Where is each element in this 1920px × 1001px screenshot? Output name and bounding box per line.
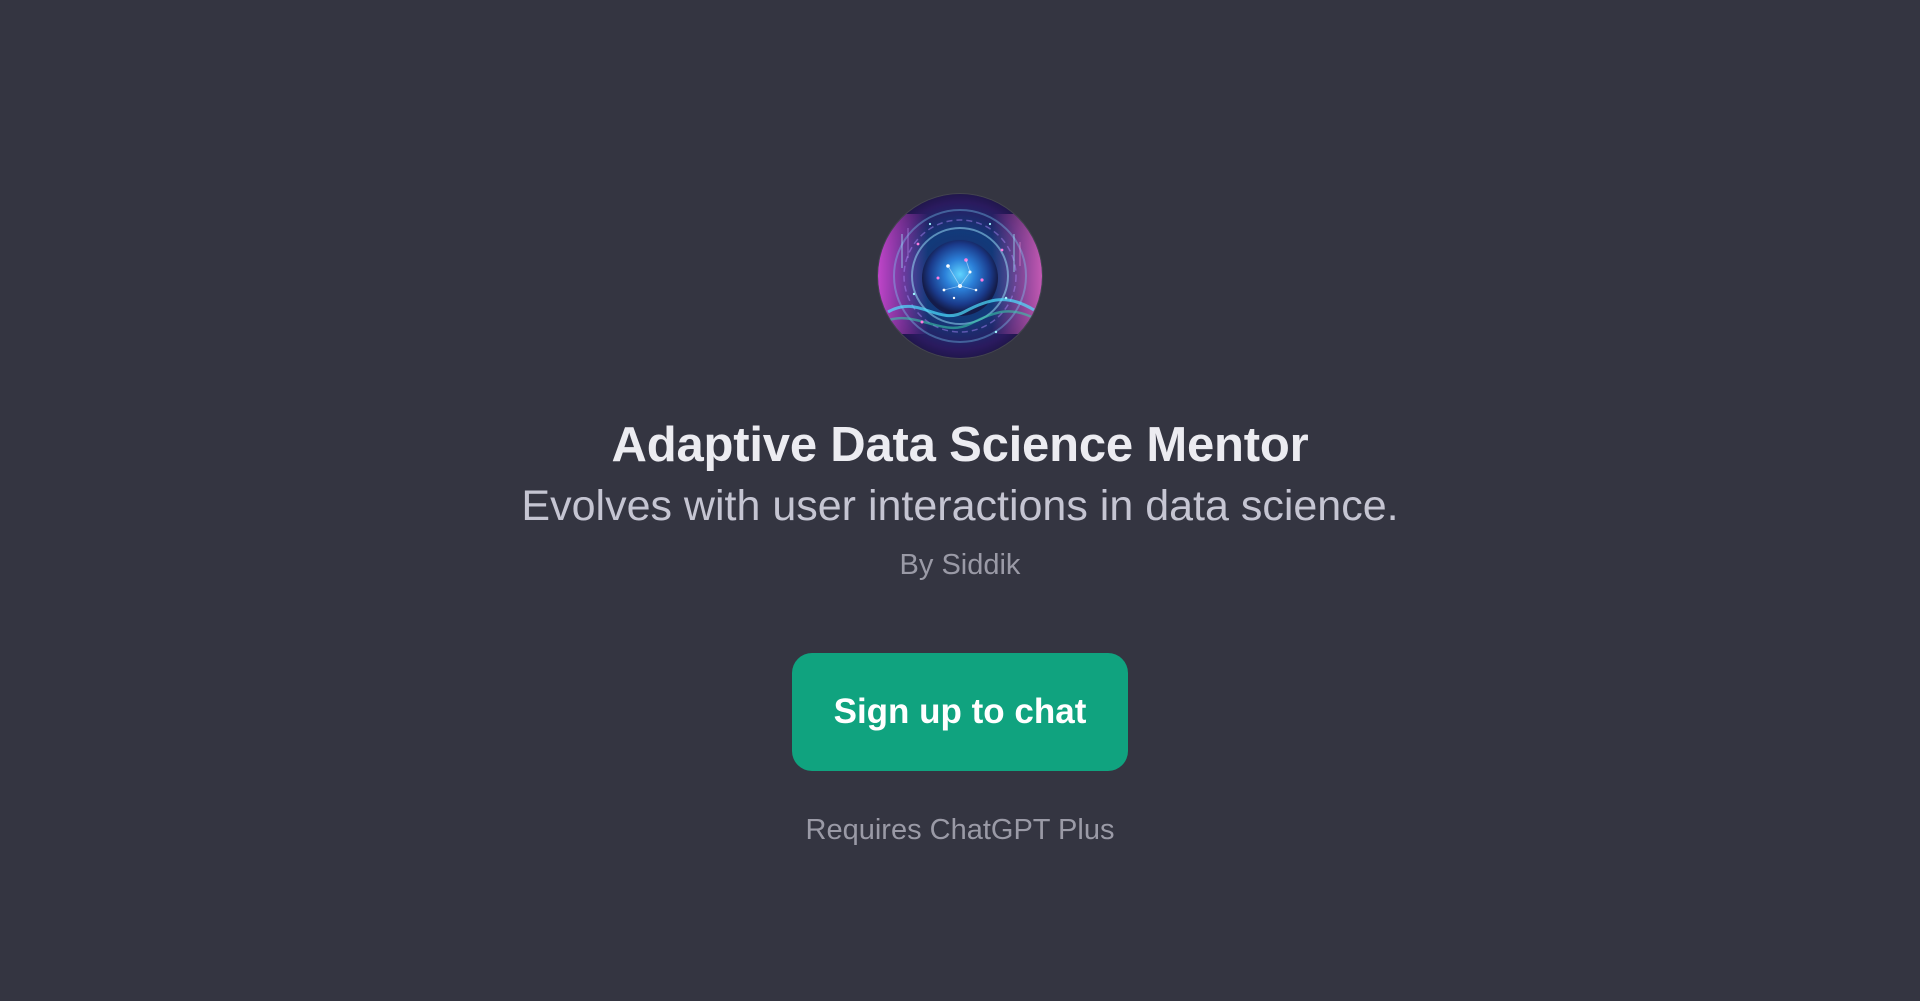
gpt-avatar: [878, 194, 1042, 358]
sign-up-to-chat-button[interactable]: Sign up to chat: [792, 653, 1128, 772]
requirement-note: Requires ChatGPT Plus: [805, 814, 1115, 847]
gpt-author: By Siddik: [899, 549, 1021, 582]
cosmic-data-orb-icon: [878, 194, 1042, 358]
gpt-title: Adaptive Data Science Mentor: [611, 418, 1309, 472]
gpt-description: Evolves with user interactions in data s…: [521, 481, 1399, 530]
gpt-landing-page: Adaptive Data Science Mentor Evolves wit…: [0, 0, 1920, 1001]
